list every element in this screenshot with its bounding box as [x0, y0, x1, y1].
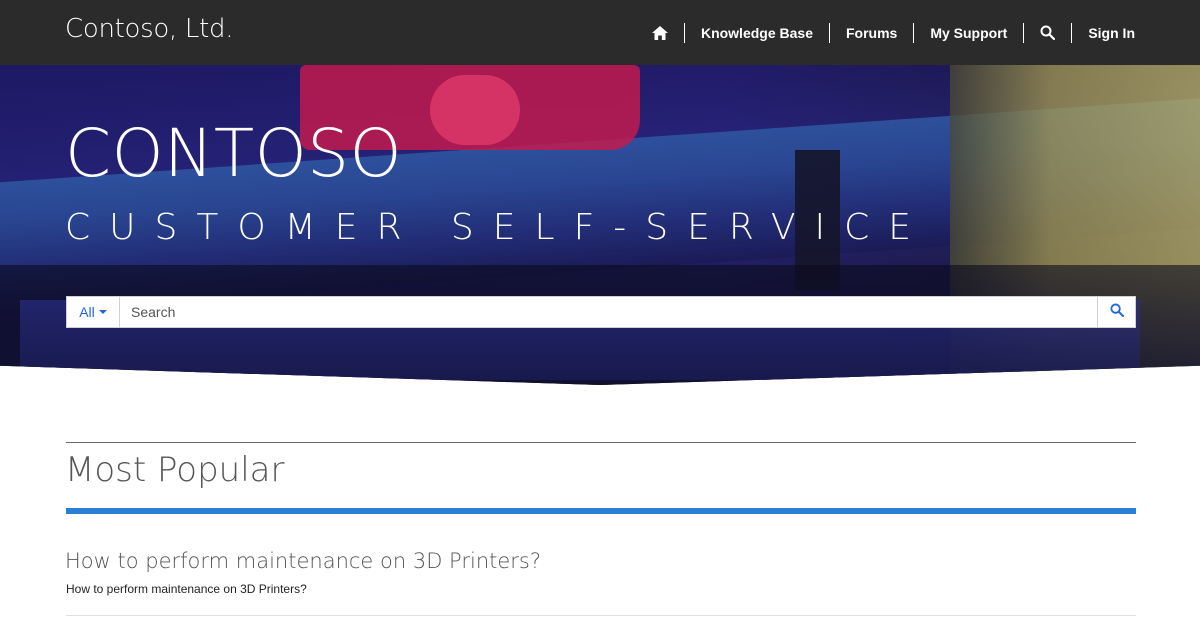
section-title: Most Popular: [65, 450, 285, 490]
section-divider: [66, 442, 1136, 443]
sign-in-link[interactable]: Sign In: [1072, 23, 1135, 43]
nav-link-my-support[interactable]: My Support: [914, 23, 1023, 43]
search-icon: [1040, 25, 1056, 40]
article-description: How to perform maintenance on 3D Printer…: [66, 582, 307, 596]
hero-subtitle: CUSTOMER SELF-SERVICE: [65, 207, 931, 248]
home-icon: [651, 25, 668, 40]
nav-link-knowledge-base[interactable]: Knowledge Base: [685, 23, 829, 43]
search-submit-button[interactable]: [1097, 297, 1135, 327]
home-nav-link[interactable]: [636, 23, 684, 43]
search-input[interactable]: [120, 297, 1097, 327]
search-icon: [1109, 302, 1124, 322]
nav-link-forums[interactable]: Forums: [830, 23, 913, 43]
top-navigation-bar: Contoso, Ltd. Knowledge Base Forums My S…: [0, 0, 1200, 65]
chevron-down-icon: [98, 310, 107, 314]
search-scope-label: All: [79, 304, 95, 320]
article-title-link[interactable]: How to perform maintenance on 3D Printer…: [65, 549, 541, 573]
search-scope-dropdown[interactable]: All: [67, 297, 120, 327]
search-bar: All: [66, 296, 1136, 328]
hero-banner: CONTOSO CUSTOMER SELF-SERVICE All: [0, 65, 1200, 385]
article-divider: [66, 615, 1136, 616]
nav-search-button[interactable]: [1024, 23, 1071, 43]
hero-background-print-object-detail: [430, 75, 520, 145]
brand-logo-text[interactable]: Contoso, Ltd.: [65, 14, 233, 44]
hero-title: CONTOSO: [65, 115, 403, 192]
main-nav: Knowledge Base Forums My Support Sign In: [636, 0, 1135, 65]
section-accent-bar: [66, 508, 1136, 514]
